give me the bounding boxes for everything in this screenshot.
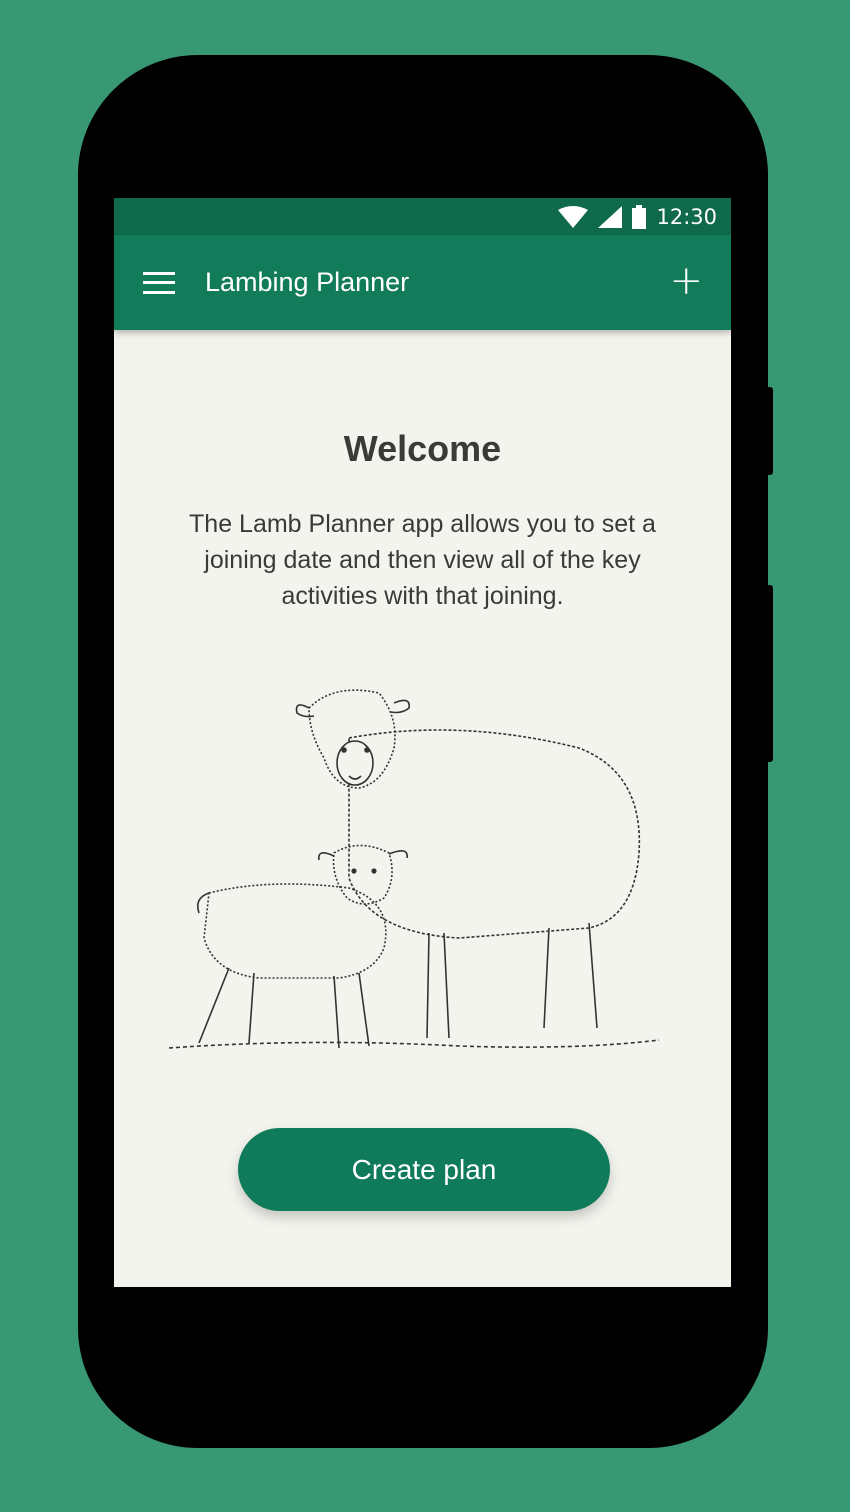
app-bar: Lambing Planner +: [114, 235, 731, 330]
screen: 12:30 Lambing Planner + Welcome The Lamb…: [114, 198, 731, 1287]
wifi-icon: [558, 205, 589, 228]
app-title: Lambing Planner: [205, 267, 410, 297]
volume-button: [766, 585, 773, 762]
create-plan-button[interactable]: Create plan: [238, 1128, 610, 1211]
status-time: 12:30: [656, 204, 717, 229]
battery-icon: [632, 204, 647, 229]
hamburger-menu-icon[interactable]: [143, 271, 175, 294]
ewe-and-lamb-illustration: [168, 689, 660, 1049]
power-button: [766, 387, 773, 475]
signal-icon: [598, 205, 623, 228]
plus-icon[interactable]: +: [669, 261, 703, 301]
welcome-description: The Lamb Planner app allows you to set a…: [189, 510, 656, 610]
status-bar: 12:30: [114, 198, 731, 235]
welcome-heading: Welcome: [343, 428, 502, 469]
